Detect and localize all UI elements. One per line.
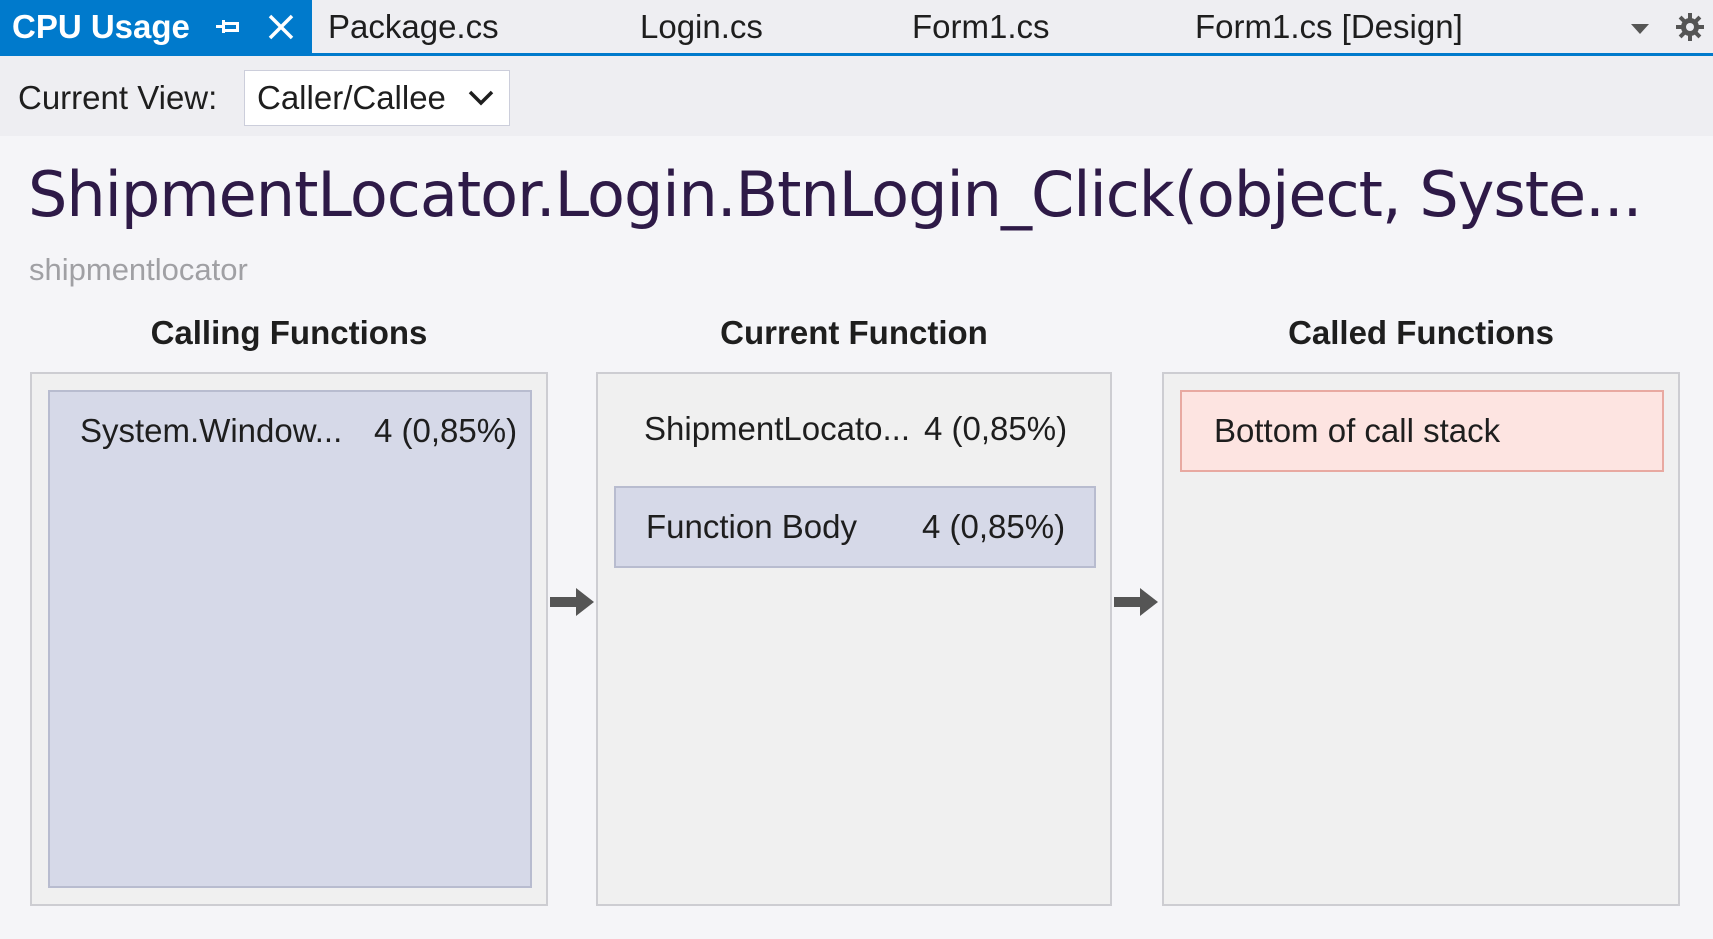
bottom-of-call-stack-label: Bottom of call stack [1214, 412, 1501, 449]
tab-cpu-usage[interactable]: CPU Usage [0, 0, 312, 53]
chevron-down-icon[interactable] [1628, 16, 1652, 40]
current-function-samples: 4 (0,85%) [924, 410, 1068, 447]
view-toolbar: Current View: Caller/Callee [0, 56, 1713, 136]
calling-functions-header: Calling Functions [150, 314, 428, 351]
tab-login-cs[interactable]: Login.cs [640, 0, 763, 53]
current-function-header: Current Function [720, 314, 988, 351]
chevron-down-icon [468, 90, 494, 106]
current-view-select[interactable]: Caller/Callee [244, 70, 510, 126]
current-function-panel: ShipmentLocato... 4 (0,85%) Function Bod… [596, 372, 1112, 906]
function-body-samples: 4 (0,85%) [922, 508, 1066, 545]
tab-label: Package.cs [328, 7, 499, 45]
current-function-name: ShipmentLocato... [644, 410, 910, 447]
function-name: System.Window... [80, 412, 343, 449]
tab-package-cs[interactable]: Package.cs [328, 0, 499, 53]
gear-icon[interactable] [1674, 11, 1706, 43]
tab-label: Login.cs [640, 7, 763, 45]
calling-functions-panel: System.Window... 4 (0,85%) [30, 372, 548, 906]
tab-label: Form1.cs [912, 7, 1050, 45]
function-body-label: Function Body [646, 508, 857, 545]
tab-form1-design[interactable]: Form1.cs [Design] [1195, 0, 1463, 53]
tab-label: CPU Usage [12, 7, 190, 45]
document-tab-bar: CPU Usage Package.cs Login.cs Form1.cs F… [0, 0, 1713, 56]
arrow-right-icon [1114, 588, 1158, 616]
module-name: shipmentlocator [29, 252, 248, 287]
function-body-item[interactable]: Function Body 4 (0,85%) [614, 486, 1096, 568]
called-functions-header: Called Functions [1288, 314, 1554, 351]
pin-icon[interactable] [214, 13, 242, 41]
tab-form1-cs[interactable]: Form1.cs [912, 0, 1050, 53]
called-functions-panel: Bottom of call stack [1162, 372, 1680, 906]
close-icon[interactable] [266, 12, 296, 42]
tab-label: Form1.cs [Design] [1195, 7, 1463, 45]
current-view-value: Caller/Callee [257, 79, 446, 116]
arrow-right-icon [550, 588, 594, 616]
bottom-of-call-stack-item[interactable]: Bottom of call stack [1180, 390, 1664, 472]
page-title: ShipmentLocator.Login.BtnLogin_Click(obj… [28, 158, 1642, 231]
function-samples: 4 (0,85%) [374, 412, 518, 449]
calling-function-item[interactable]: System.Window... 4 (0,85%) [48, 390, 532, 888]
current-view-label: Current View: [18, 79, 218, 116]
